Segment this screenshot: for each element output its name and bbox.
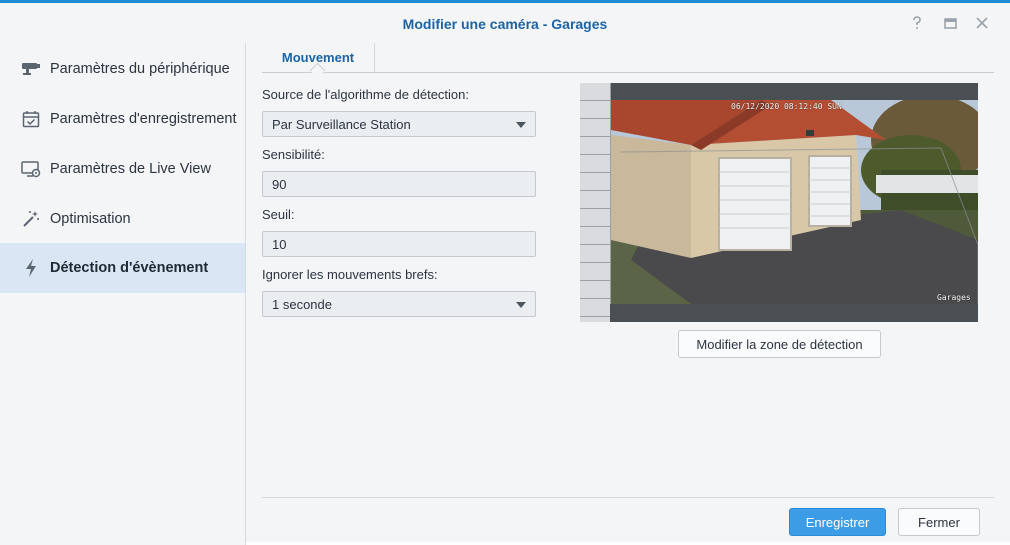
sidebar-item-label: Détection d'évènement [50, 260, 209, 276]
monitor-icon [20, 158, 42, 180]
source-select[interactable]: Par Surveillance Station [262, 111, 536, 137]
title-bar: Modifier une caméra - Garages [0, 6, 1010, 42]
camera-preview[interactable]: 06/12/2020 08:12:40 SUN Garages [580, 83, 978, 322]
lightning-icon [20, 257, 42, 279]
sidebar-item-live-view[interactable]: Paramètres de Live View [0, 149, 245, 189]
magic-wand-icon [20, 208, 42, 230]
sidebar-item-recording[interactable]: Paramètres d'enregistrement [0, 99, 245, 139]
dialog-window: Modifier une caméra - Garages Paramètres… [0, 0, 1010, 545]
chevron-down-icon [516, 302, 526, 308]
ignore-select[interactable]: 1 seconde [262, 291, 536, 317]
ignore-label: Ignorer les mouvements brefs: [262, 267, 438, 282]
source-select-value: Par Surveillance Station [272, 116, 411, 132]
close-icon[interactable] [974, 15, 990, 31]
sidebar-item-label: Paramètres d'enregistrement [50, 111, 237, 127]
sidebar-item-label: Paramètres de Live View [50, 161, 211, 177]
sidebar-item-event-detection[interactable]: Détection d'évènement [0, 243, 245, 293]
sensitivity-label: Sensibilité: [262, 147, 325, 162]
threshold-label: Seuil: [262, 207, 295, 222]
save-button[interactable]: Enregistrer [789, 508, 886, 536]
close-button[interactable]: Fermer [898, 508, 980, 536]
detection-grid-strip [580, 83, 611, 322]
tab-bar: Mouvement [262, 43, 994, 79]
camera-snapshot: 06/12/2020 08:12:40 SUN Garages [611, 100, 978, 304]
threshold-input[interactable]: 10 [262, 231, 536, 257]
sensitivity-input[interactable]: 90 [262, 171, 536, 197]
preview-camera-name: Garages [937, 293, 971, 302]
chevron-down-icon [516, 122, 526, 128]
help-icon[interactable] [909, 15, 925, 31]
dialog-title: Modifier une caméra - Garages [402, 16, 608, 32]
maximize-icon[interactable] [942, 15, 958, 31]
source-label: Source de l'algorithme de détection: [262, 87, 469, 102]
preview-footer-bar [610, 304, 978, 322]
sidebar-item-label: Optimisation [50, 211, 131, 227]
footer-divider [262, 497, 994, 498]
sidebar-item-optimisation[interactable]: Optimisation [0, 199, 245, 239]
calendar-check-icon [20, 108, 42, 130]
sensitivity-value: 90 [272, 176, 287, 192]
preview-timestamp: 06/12/2020 08:12:40 SUN [731, 102, 842, 111]
sidebar-item-label: Paramètres du périphérique [50, 61, 230, 77]
sidebar-item-device[interactable]: Paramètres du périphérique [0, 49, 245, 89]
sidebar: Paramètres du périphérique Paramètres d'… [0, 43, 246, 545]
ignore-select-value: 1 seconde [272, 296, 332, 312]
main-panel: Mouvement Source de l'algorithme de déte… [246, 43, 1010, 545]
camera-icon [20, 58, 42, 80]
edit-detection-zone-button[interactable]: Modifier la zone de détection [678, 330, 881, 358]
threshold-value: 10 [272, 236, 287, 252]
